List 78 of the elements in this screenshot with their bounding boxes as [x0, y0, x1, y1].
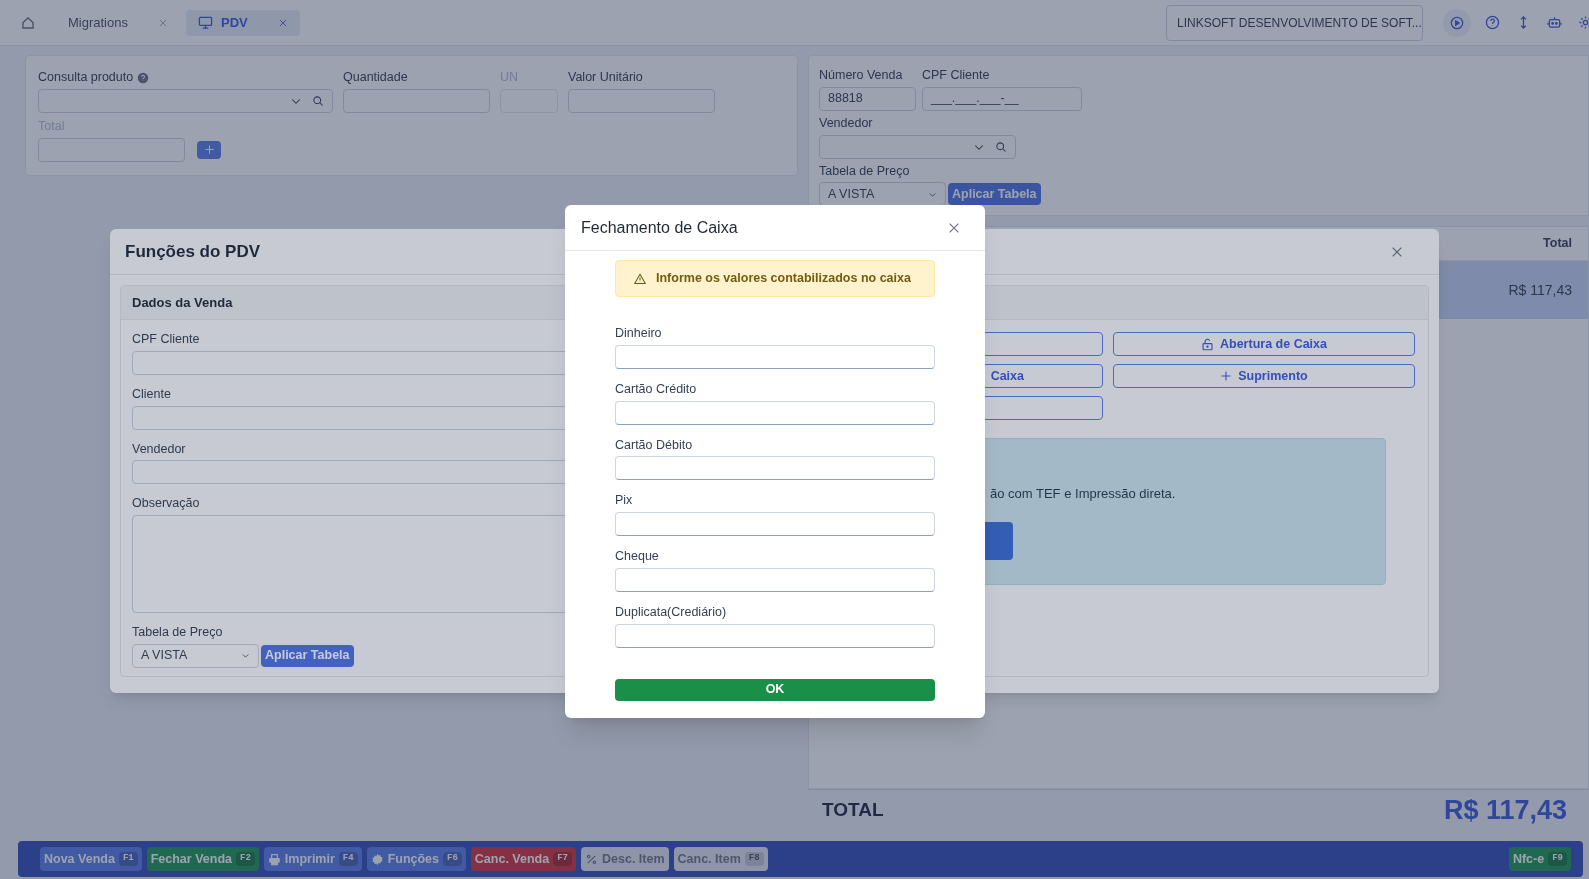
- search-icon: [312, 94, 324, 107]
- apply-table-button[interactable]: Aplicar Tabela: [948, 183, 1041, 206]
- field-label: Vendedor: [819, 114, 874, 132]
- field-label: CPF Cliente: [132, 331, 201, 348]
- field-label: Número Venda: [819, 67, 904, 84]
- action-button[interactable]: Abertura de Caixa: [1113, 332, 1415, 356]
- field-label: Vendedor: [132, 440, 187, 458]
- field-label: Dinheiro: [615, 325, 663, 342]
- chevron-down-icon: [241, 651, 250, 661]
- column-header: Total: [1543, 235, 1572, 253]
- tab[interactable]: Migrations: [56, 9, 180, 36]
- field-label: CPF Cliente: [922, 67, 991, 84]
- input-field[interactable]: [568, 88, 715, 113]
- amount-field[interactable]: [615, 623, 935, 648]
- home-icon[interactable]: [20, 14, 36, 31]
- gear-icon: [370, 852, 384, 866]
- price-table-select[interactable]: A VISTA: [819, 182, 946, 207]
- field-label: Cartão Débito: [615, 436, 694, 454]
- monitor-icon: [197, 15, 213, 30]
- robot-icon[interactable]: [1547, 15, 1562, 30]
- field-label: Pix: [615, 492, 634, 510]
- cpf-field[interactable]: ___.___.___-__: [922, 86, 1082, 111]
- settings-icon[interactable]: [1578, 15, 1589, 30]
- total-value: R$ 117,43: [1443, 794, 1567, 828]
- seller-select[interactable]: [819, 134, 1016, 159]
- search-icon: [995, 140, 1007, 153]
- shortcut-key: F8: [744, 852, 764, 866]
- amount-field[interactable]: [615, 344, 935, 369]
- unlock-icon: [1201, 337, 1214, 351]
- play-button[interactable]: [1443, 8, 1471, 37]
- amount-field[interactable]: [615, 456, 935, 481]
- warning-alert: Informe os valores contabilizados no caixa: [615, 260, 935, 297]
- total-label: TOTAL: [822, 798, 884, 823]
- close-icon[interactable]: [277, 17, 288, 28]
- tab[interactable]: PDV: [185, 9, 300, 36]
- toolbar-button: Desc. Item: [581, 847, 669, 871]
- toolbar-button[interactable]: Funções F6: [366, 847, 466, 871]
- amount-field[interactable]: [615, 400, 935, 425]
- apply-table-button[interactable]: Aplicar Tabela: [261, 644, 354, 667]
- field-label: Cheque: [615, 548, 660, 565]
- toolbar-button[interactable]: Fechar Venda F2: [146, 847, 259, 871]
- add-button[interactable]: [197, 140, 221, 159]
- field-label: Valor Unitário: [568, 69, 643, 86]
- printer-icon: [267, 852, 281, 866]
- ok-button[interactable]: OK: [615, 678, 935, 701]
- price-table-select[interactable]: A VISTA: [132, 643, 259, 668]
- field-label: Observação: [132, 495, 201, 513]
- dialog-title: Fechamento de Caixa: [581, 217, 738, 238]
- field-label: Tabela de Preço: [819, 162, 911, 180]
- plus-icon: [203, 144, 215, 155]
- info-text: ão com TEF e Impressão direta.: [990, 485, 1176, 503]
- plus-icon: [1220, 370, 1233, 382]
- play-icon: [1450, 15, 1464, 30]
- field-label: Consulta produto: [38, 69, 134, 86]
- amount-field[interactable]: [615, 512, 935, 536]
- nfce-button[interactable]: Nfc-e F9: [1508, 847, 1571, 871]
- field-label: Duplicata(Crediário): [615, 603, 728, 621]
- dialog-title: Funções do PDV: [125, 240, 261, 263]
- field-label: Cartão Crédito: [615, 380, 698, 398]
- company-select[interactable]: LINKSOFT DESENVOLVIMENTO DE SOFT...: [1166, 4, 1423, 41]
- total-field[interactable]: [38, 137, 185, 162]
- field-label: Tabela de Preço: [132, 624, 224, 641]
- help-icon: [137, 72, 150, 85]
- help-icon[interactable]: [1485, 15, 1500, 30]
- toolbar-button[interactable]: Canc. Venda F7: [470, 847, 576, 871]
- amount-field[interactable]: [615, 567, 935, 592]
- field-label: Cliente: [132, 385, 172, 403]
- sale-number-field[interactable]: 88818: [819, 86, 916, 111]
- toolbar-button[interactable]: Imprimir F4: [263, 847, 362, 871]
- toolbar-button[interactable]: Nova Venda F1: [40, 847, 142, 871]
- close-icon[interactable]: [157, 17, 168, 28]
- field-label: Quantidade: [343, 69, 408, 86]
- product-search-field[interactable]: [38, 88, 333, 113]
- input-field[interactable]: [343, 88, 490, 113]
- percent-icon: [585, 852, 598, 866]
- action-button[interactable]: Suprimento: [1113, 364, 1415, 388]
- warning-icon: [634, 272, 646, 285]
- toolbar-button: Canc. Item F8: [673, 847, 768, 871]
